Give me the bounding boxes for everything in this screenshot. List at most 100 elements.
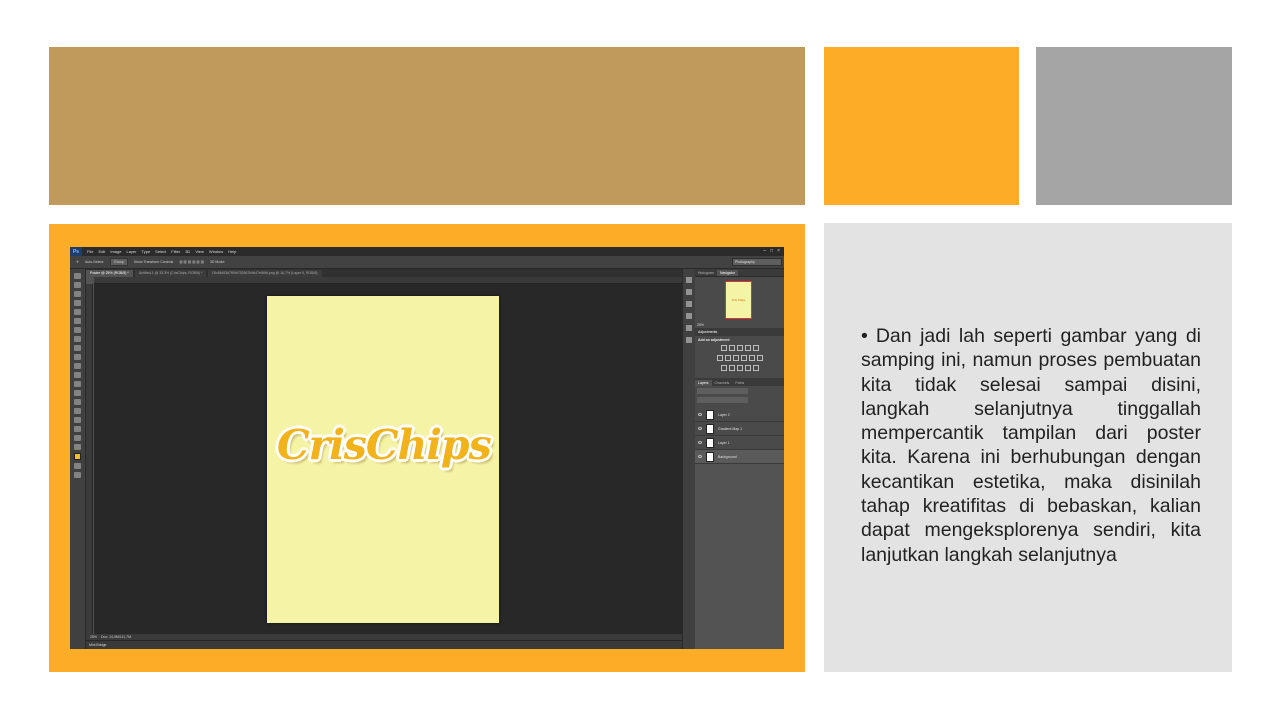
- move-tool-icon[interactable]: ✛: [76, 260, 79, 264]
- minimize-icon[interactable]: –: [763, 248, 766, 254]
- eye-icon[interactable]: [698, 413, 702, 416]
- move-icon[interactable]: [74, 273, 81, 279]
- history-icon[interactable]: [686, 277, 692, 283]
- info-icon[interactable]: [686, 301, 692, 307]
- eraser-icon[interactable]: [74, 363, 81, 369]
- auto-select-checkbox[interactable]: Auto-Select:: [85, 260, 104, 264]
- posterize-icon[interactable]: [728, 365, 735, 371]
- mini-bridge-tab[interactable]: Mini Bridge: [86, 640, 682, 649]
- exposure-icon[interactable]: [744, 345, 751, 351]
- pen-icon[interactable]: [74, 399, 81, 405]
- layer-row[interactable]: Layer 1: [695, 436, 784, 450]
- eye-icon[interactable]: [698, 441, 702, 444]
- channel-mixer-icon[interactable]: [748, 355, 755, 361]
- ps-menu-window[interactable]: Window: [209, 249, 223, 254]
- ps-menu-image[interactable]: Image: [110, 249, 121, 254]
- screenshot-frame: Ps File Edit Image Layer Type Select Fil…: [49, 224, 805, 672]
- ps-logo: Ps: [70, 247, 82, 256]
- ps-right-panels: Histogram Navigator Cris Chips 25% Adjus…: [695, 269, 784, 649]
- eye-icon[interactable]: [698, 427, 702, 430]
- ps-menu-edit[interactable]: Edit: [98, 249, 105, 254]
- dodge-icon[interactable]: [74, 390, 81, 396]
- adjustments-panel: Add an adjustment: [695, 336, 784, 378]
- quick-select-icon[interactable]: [74, 300, 81, 306]
- gradient-map-icon[interactable]: [744, 365, 751, 371]
- adjustment-row-1: [698, 345, 781, 351]
- selective-color-icon[interactable]: [752, 365, 759, 371]
- adjustment-row-3: [698, 365, 781, 371]
- zoom-icon[interactable]: [74, 444, 81, 450]
- poster-document: CrisChips: [267, 296, 499, 623]
- path-select-icon[interactable]: [74, 417, 81, 423]
- hue-icon[interactable]: [716, 355, 723, 361]
- tab-adjustments[interactable]: Adjustments: [695, 328, 784, 336]
- tab-untitled[interactable]: Untitled-1 @ 33,3% (CrisChips, RGB/8) *: [134, 270, 207, 277]
- close-icon[interactable]: ×: [777, 248, 780, 254]
- ps-menu-3d[interactable]: 3D: [185, 249, 190, 254]
- vibrance-icon[interactable]: [752, 345, 759, 351]
- hand-icon[interactable]: [74, 435, 81, 441]
- lasso-icon[interactable]: [74, 291, 81, 297]
- screen-mode-icon[interactable]: [74, 472, 81, 478]
- stamp-icon[interactable]: [74, 345, 81, 351]
- brightness-icon[interactable]: [720, 345, 727, 351]
- levels-icon[interactable]: [728, 345, 735, 351]
- layer-row[interactable]: Gradient Map 1: [695, 422, 784, 436]
- history-brush-icon[interactable]: [74, 354, 81, 360]
- tab-histogram[interactable]: Histogram: [695, 270, 717, 276]
- invert-icon[interactable]: [720, 365, 727, 371]
- align-icons[interactable]: ▥ ▥ ▥ ▥ ▥ ▥: [179, 260, 204, 264]
- paragraph-icon[interactable]: [686, 337, 692, 343]
- ps-menu-select[interactable]: Select: [155, 249, 166, 254]
- healing-icon[interactable]: [74, 327, 81, 333]
- shape-icon[interactable]: [74, 426, 81, 432]
- ps-menu-filter[interactable]: Filter: [171, 249, 180, 254]
- mode-3d-label: 3D Mode:: [209, 260, 226, 264]
- ps-menu-type[interactable]: Type: [142, 249, 151, 254]
- layer-thumbnail: [706, 423, 714, 434]
- color-lookup-icon[interactable]: [756, 355, 763, 361]
- properties-icon[interactable]: [686, 289, 692, 295]
- bw-icon[interactable]: [732, 355, 739, 361]
- tab-channels[interactable]: Channels: [712, 380, 733, 386]
- ps-menu-file[interactable]: File: [87, 249, 93, 254]
- layer-row[interactable]: Layer 2: [695, 408, 784, 422]
- ps-menu-help[interactable]: Help: [228, 249, 236, 254]
- brush-panel-icon[interactable]: [686, 313, 692, 319]
- ps-menu-layer[interactable]: Layer: [126, 249, 136, 254]
- color-balance-icon[interactable]: [724, 355, 731, 361]
- tab-png[interactable]: f1b48d93d7f59b752667b9d47e56fd.png @ 16,…: [208, 270, 322, 277]
- tab-poster[interactable]: Poster @ 25% (RGB/8) *: [86, 270, 133, 277]
- blend-mode-dropdown[interactable]: [697, 397, 748, 403]
- navigator-thumbnail[interactable]: Cris Chips: [725, 281, 752, 319]
- foreground-color-swatch[interactable]: [74, 453, 81, 460]
- eyedropper-icon[interactable]: [74, 318, 81, 324]
- eye-icon[interactable]: [698, 455, 702, 458]
- maximize-icon[interactable]: □: [770, 248, 773, 254]
- blur-icon[interactable]: [74, 381, 81, 387]
- navigator-zoom[interactable]: 25%: [697, 323, 704, 327]
- status-doc-size: Doc: 24,9M/111,7M: [101, 635, 132, 639]
- marquee-icon[interactable]: [74, 282, 81, 288]
- layer-filter-dropdown[interactable]: [697, 388, 748, 394]
- status-zoom[interactable]: 25%: [90, 635, 97, 639]
- ps-canvas-area[interactable]: CrisChips: [94, 284, 682, 634]
- brush-icon[interactable]: [74, 336, 81, 342]
- photoshop-screenshot: Ps File Edit Image Layer Type Select Fil…: [70, 247, 784, 649]
- quick-mask-icon[interactable]: [74, 463, 81, 469]
- auto-select-dropdown[interactable]: Group: [110, 258, 128, 266]
- gradient-icon[interactable]: [74, 372, 81, 378]
- crop-icon[interactable]: [74, 309, 81, 315]
- threshold-icon[interactable]: [736, 365, 743, 371]
- workspace-switcher[interactable]: Photography: [732, 258, 782, 266]
- curves-icon[interactable]: [736, 345, 743, 351]
- layer-row[interactable]: Background: [695, 450, 784, 464]
- character-icon[interactable]: [686, 325, 692, 331]
- tab-navigator[interactable]: Navigator: [716, 270, 738, 276]
- transform-controls-checkbox[interactable]: Show Transform Controls: [134, 260, 174, 264]
- ps-menu-view[interactable]: View: [195, 249, 204, 254]
- type-icon[interactable]: [74, 408, 81, 414]
- photo-filter-icon[interactable]: [740, 355, 747, 361]
- tab-paths[interactable]: Paths: [732, 380, 747, 386]
- tab-layers[interactable]: Layers: [695, 380, 712, 386]
